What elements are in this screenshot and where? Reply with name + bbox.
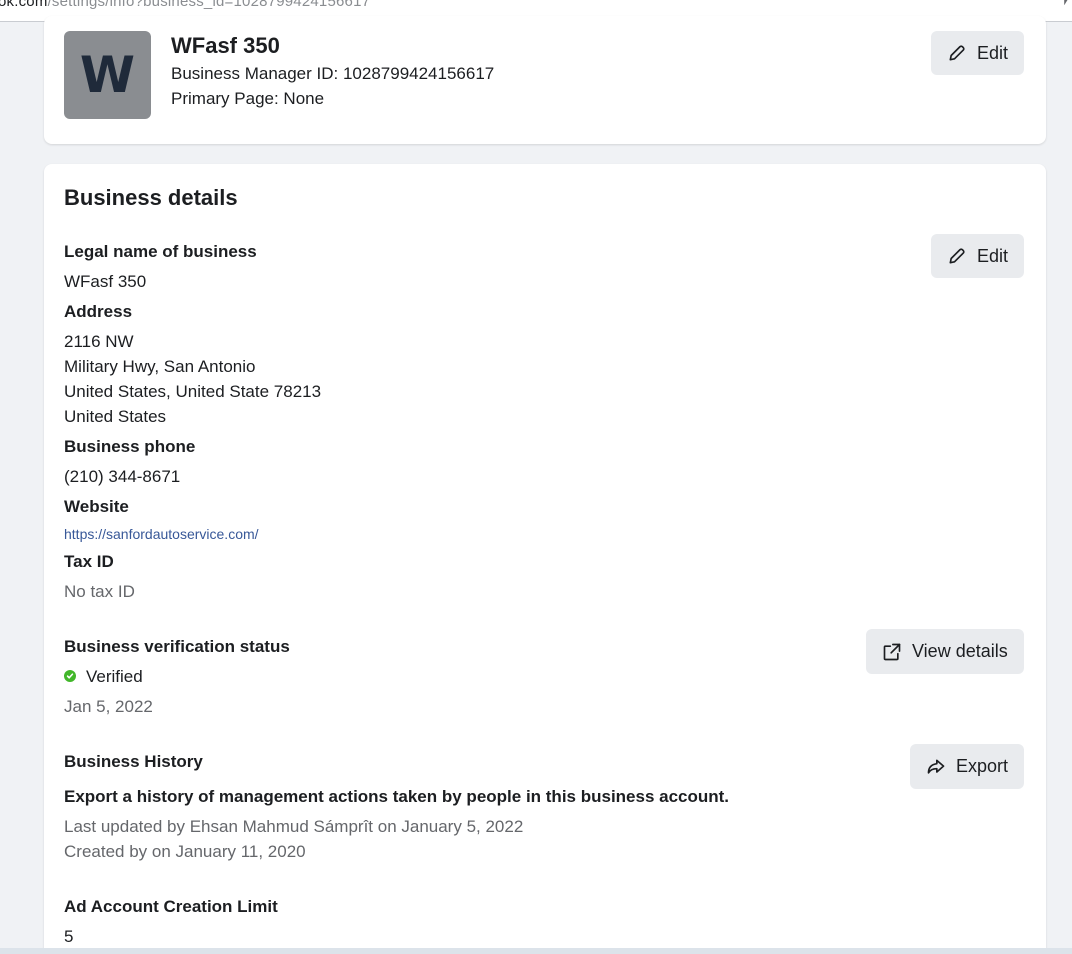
ad-account-limit-value: 5 bbox=[64, 927, 74, 946]
business-summary-card: W WFasf 350 Business Manager ID: 1028799… bbox=[44, 16, 1046, 144]
view-details-label: View details bbox=[912, 641, 1008, 661]
business-manager-id: Business Manager ID: 1028799424156617 bbox=[171, 64, 495, 83]
address-label: Address bbox=[64, 302, 133, 321]
created-text: Created by on January 11, 2020 bbox=[64, 842, 306, 861]
url-text[interactable]: ok.com/settings/info?business_id=1028799… bbox=[0, 0, 370, 10]
edit-details-button[interactable]: Edit bbox=[931, 234, 1025, 278]
export-label: Export bbox=[956, 756, 1009, 776]
business-history-description: Export a history of management actions t… bbox=[64, 787, 730, 806]
last-updated-text: Last updated by Ehsan Mahmud Sámprît on … bbox=[64, 817, 524, 836]
business-details-card: Business details Edit Legal name of busi… bbox=[44, 164, 1046, 954]
taskbar-strip bbox=[0, 948, 1072, 954]
website-label: Website bbox=[64, 497, 129, 516]
check-circle-icon bbox=[64, 670, 76, 682]
pencil-icon bbox=[949, 248, 965, 264]
legal-name-label: Legal name of business bbox=[64, 242, 257, 261]
url-host: ok.com bbox=[0, 0, 48, 10]
website-link[interactable]: https://sanfordautoservice.com/ bbox=[64, 526, 259, 542]
business-history-label: Business History bbox=[64, 752, 203, 771]
pencil-icon bbox=[949, 45, 965, 61]
verification-status-label: Business verification status bbox=[64, 637, 290, 656]
phone-label: Business phone bbox=[64, 437, 196, 456]
verification-status-value: Verified bbox=[86, 667, 143, 686]
external-link-icon bbox=[883, 643, 901, 660]
primary-page: Primary Page: None bbox=[171, 89, 325, 108]
address-line-2: Military Hwy, San Antonio bbox=[64, 357, 256, 376]
tax-id-label: Tax ID bbox=[64, 552, 114, 571]
edit-label: Edit bbox=[977, 245, 1009, 266]
address-line-3: United States, United State 78213 bbox=[64, 382, 322, 401]
address-line-1: 2116 NW bbox=[64, 332, 134, 351]
share-arrow-icon bbox=[927, 759, 945, 774]
edit-business-button[interactable]: Edit bbox=[931, 31, 1025, 75]
phone-value: (210) 344-8671 bbox=[64, 467, 181, 486]
verification-date: Jan 5, 2022 bbox=[64, 697, 153, 716]
avatar-letter: W bbox=[79, 46, 136, 104]
business-name: WFasf 350 bbox=[171, 33, 280, 58]
section-title: Business details bbox=[64, 185, 238, 210]
url-path: /settings/info?business_id=1028799424156… bbox=[47, 0, 371, 10]
view-details-button[interactable]: View details bbox=[866, 629, 1024, 674]
tax-id-value: No tax ID bbox=[64, 582, 135, 601]
address-line-4: United States bbox=[64, 407, 167, 426]
legal-name-value: WFasf 350 bbox=[64, 272, 147, 291]
ad-account-limit-label: Ad Account Creation Limit bbox=[64, 897, 278, 916]
edit-label: Edit bbox=[977, 42, 1009, 63]
extension-icon[interactable]: ⎖ bbox=[1060, 0, 1072, 9]
business-avatar: W bbox=[64, 31, 151, 119]
export-history-button[interactable]: Export bbox=[910, 744, 1025, 789]
